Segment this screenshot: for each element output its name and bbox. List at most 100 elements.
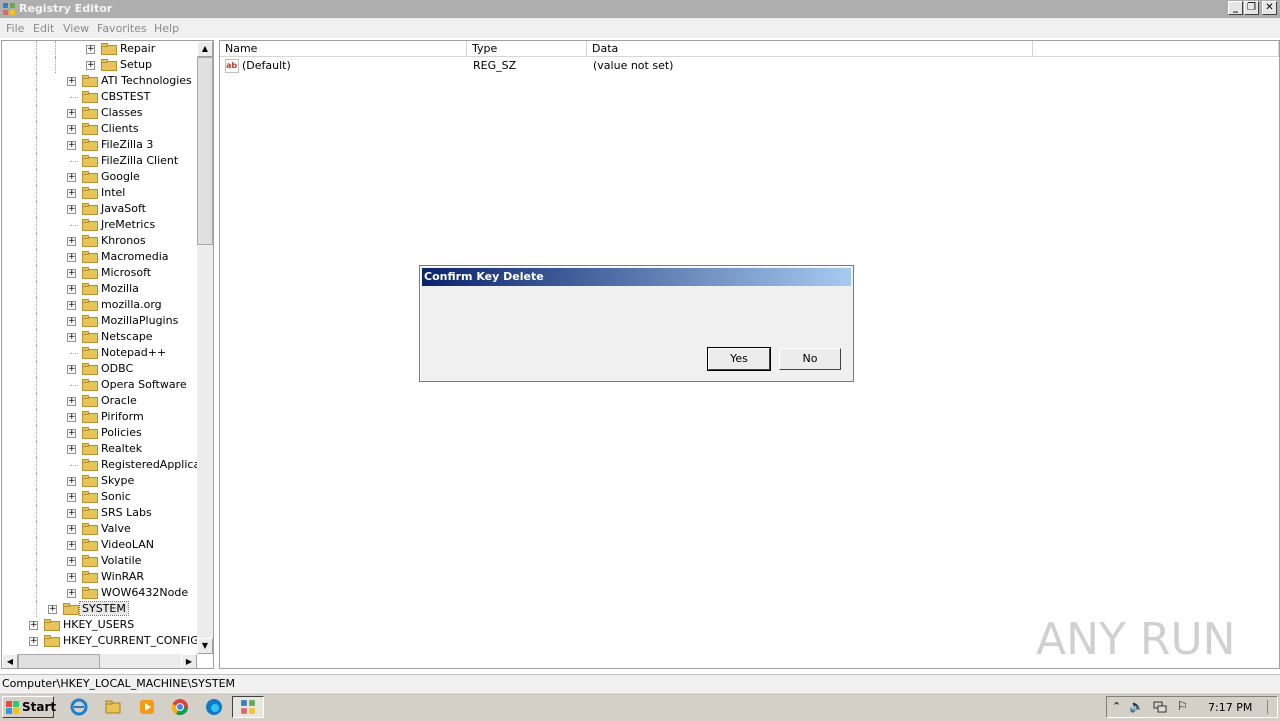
expand-toggle[interactable]: + [67,525,76,534]
tree-item[interactable]: FileZilla Client [2,153,202,169]
tree-item[interactable]: + Piriform [2,409,202,425]
tree-item[interactable]: + WOW6432Node [2,585,202,601]
expand-toggle[interactable]: + [67,589,76,598]
tree-item[interactable]: + SRS Labs [2,505,202,521]
chrome-icon[interactable] [171,698,189,716]
tree-item[interactable]: + Khronos [2,233,202,249]
expand-toggle[interactable]: + [67,573,76,582]
column-header-data[interactable]: Data [587,41,1033,57]
tree-item[interactable]: + Classes [2,105,202,121]
expand-toggle[interactable]: + [67,445,76,454]
tree-item[interactable]: + JavaSoft [2,201,202,217]
volume-icon[interactable]: 🔈 [1129,699,1144,713]
tree-vertical-scrollbar[interactable]: ▲ ▼ [197,41,213,654]
clock[interactable]: 7:17 PM [1208,701,1252,714]
tree-item[interactable]: + Oracle [2,393,202,409]
tree-item[interactable]: + VideoLAN [2,537,202,553]
title-bar[interactable]: Registry Editor _ ❐ ✕ [0,0,1280,18]
expand-toggle[interactable]: + [67,269,76,278]
expand-toggle[interactable]: + [67,541,76,550]
tree-item[interactable]: + mozilla.org [2,297,202,313]
expand-toggle[interactable]: + [67,109,76,118]
scroll-up-button[interactable]: ▲ [197,41,213,57]
tree-item[interactable]: + Policies [2,425,202,441]
restore-button[interactable]: ❐ [1244,1,1259,15]
expand-toggle[interactable]: + [29,637,38,646]
table-row[interactable]: ab (Default) REG_SZ (value not set) [220,58,1020,74]
expand-toggle[interactable]: + [67,333,76,342]
expand-toggle[interactable]: + [86,61,95,70]
expand-toggle[interactable]: + [67,317,76,326]
expand-toggle[interactable]: + [67,557,76,566]
expand-toggle[interactable]: + [67,397,76,406]
expand-toggle[interactable]: + [67,509,76,518]
expand-toggle[interactable]: + [29,621,38,630]
column-header-name[interactable]: Name [220,41,467,57]
column-header-type[interactable]: Type [467,41,587,57]
tree-item[interactable]: + Volatile [2,553,202,569]
expand-toggle[interactable]: + [67,301,76,310]
tree-item[interactable]: + WinRAR [2,569,202,585]
expand-toggle[interactable]: + [67,365,76,374]
network-icon[interactable] [1153,700,1167,714]
no-button[interactable]: No [779,348,841,370]
tree-item[interactable]: + Intel [2,185,202,201]
expand-toggle[interactable]: + [67,237,76,246]
tree-item[interactable]: + Google [2,169,202,185]
tree-item[interactable]: + MozillaPlugins [2,313,202,329]
menu-help[interactable]: Help [154,22,179,35]
tree-item[interactable]: + Netscape [2,329,202,345]
expand-toggle[interactable]: + [67,189,76,198]
tree-item[interactable]: CBSTEST [2,89,202,105]
expand-toggle[interactable]: + [67,285,76,294]
menu-favorites[interactable]: Favorites [97,22,147,35]
expand-toggle[interactable]: + [67,125,76,134]
expand-toggle[interactable]: + [67,141,76,150]
menu-edit[interactable]: Edit [33,22,54,35]
yes-button[interactable]: Yes [707,347,771,371]
tree-item[interactable]: + Mozilla [2,281,202,297]
menu-view[interactable]: View [63,22,89,35]
tree-item[interactable]: + Macromedia [2,249,202,265]
start-button[interactable]: Start [2,696,56,718]
expand-toggle[interactable]: + [48,605,57,614]
tree-item[interactable]: + ODBC [2,361,202,377]
tree-item[interactable]: + Clients [2,121,202,137]
close-button[interactable]: ✕ [1262,1,1277,15]
tree-item[interactable]: + Setup [2,57,202,73]
tree-item[interactable]: + Sonic [2,489,202,505]
registry-tree[interactable]: + Repair + Setup + ATI Technologies CBSTEST + Cl… [1,40,214,669]
tree-item[interactable]: + Skype [2,473,202,489]
expand-toggle[interactable]: + [67,205,76,214]
expand-toggle[interactable]: + [67,253,76,262]
dialog-title[interactable]: Confirm Key Delete [422,268,851,286]
tree-item[interactable]: + FileZilla 3 [2,137,202,153]
tree-item[interactable]: + HKEY_CURRENT_CONFIG [2,633,202,649]
scroll-thumb[interactable] [197,57,213,245]
menu-file[interactable]: File [6,22,24,35]
scroll-left-button[interactable]: ◀ [2,654,18,668]
expand-toggle[interactable]: + [67,429,76,438]
tree-item[interactable]: JreMetrics [2,217,202,233]
action-center-flag-icon[interactable]: ⚐ [1177,699,1188,713]
show-desktop-button[interactable] [1267,700,1277,714]
minimize-button[interactable]: _ [1228,1,1243,15]
show-hidden-icons-icon[interactable]: ⌃ [1112,700,1121,713]
media-player-icon[interactable] [138,698,156,716]
tree-item[interactable]: + Realtek [2,441,202,457]
tree-item[interactable]: + SYSTEM [2,601,202,617]
tree-item[interactable]: + HKEY_USERS [2,617,202,633]
tree-item[interactable]: Notepad++ [2,345,202,361]
tree-item[interactable]: + ATI Technologies [2,73,202,89]
tree-item[interactable]: Opera Software [2,377,202,393]
expand-toggle[interactable]: + [67,493,76,502]
expand-toggle[interactable]: + [67,77,76,86]
hscroll-thumb[interactable] [18,654,100,668]
scroll-right-button[interactable]: ▶ [181,654,197,668]
internet-explorer-icon[interactable] [70,698,88,716]
tree-item[interactable]: + Microsoft [2,265,202,281]
tree-item[interactable]: RegisteredApplicati [2,457,208,473]
tree-horizontal-scrollbar[interactable]: ◀ ▶ [2,654,197,668]
expand-toggle[interactable]: + [67,413,76,422]
file-explorer-icon[interactable] [104,698,122,716]
